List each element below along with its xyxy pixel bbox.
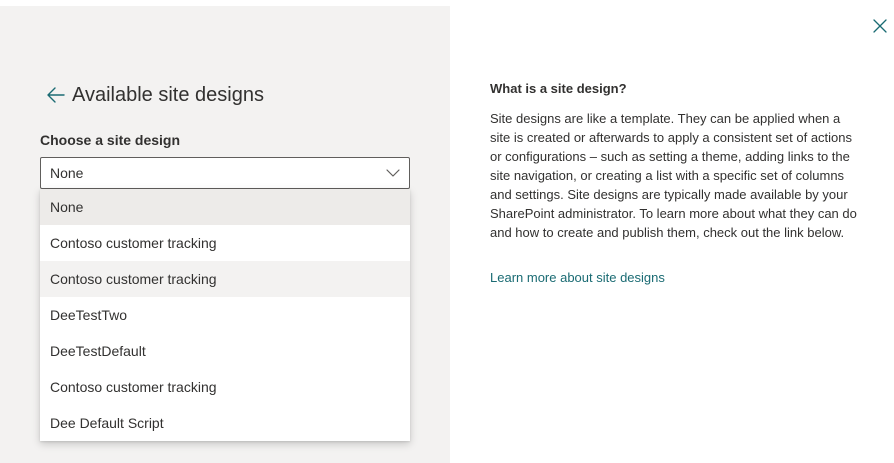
site-design-label: Choose a site design [40, 132, 181, 148]
site-design-dropdown[interactable]: None [40, 157, 410, 189]
close-icon[interactable] [872, 18, 888, 34]
info-description: Site designs are like a template. They c… [490, 111, 857, 240]
panel-header: Available site designs [46, 83, 264, 107]
learn-more-link[interactable]: Learn more about site designs [490, 270, 665, 285]
chevron-down-icon [385, 165, 401, 181]
dropdown-option-none[interactable]: None [40, 189, 410, 225]
dropdown-option[interactable]: Contoso customer tracking [40, 225, 410, 261]
dropdown-option[interactable]: Dee Default Script [40, 405, 410, 441]
page-title: Available site designs [72, 83, 264, 106]
info-title: What is a site design? [490, 81, 627, 96]
dropdown-option[interactable]: DeeTestDefault [40, 333, 410, 369]
dropdown-options-list: None Contoso customer tracking Contoso c… [40, 189, 410, 441]
dropdown-option[interactable]: Contoso customer tracking [40, 369, 410, 405]
arrow-left-icon[interactable] [46, 85, 66, 105]
dropdown-selected-value: None [50, 165, 84, 181]
dropdown-option[interactable]: DeeTestTwo [40, 297, 410, 333]
dropdown-option[interactable]: Contoso customer tracking [40, 261, 410, 297]
